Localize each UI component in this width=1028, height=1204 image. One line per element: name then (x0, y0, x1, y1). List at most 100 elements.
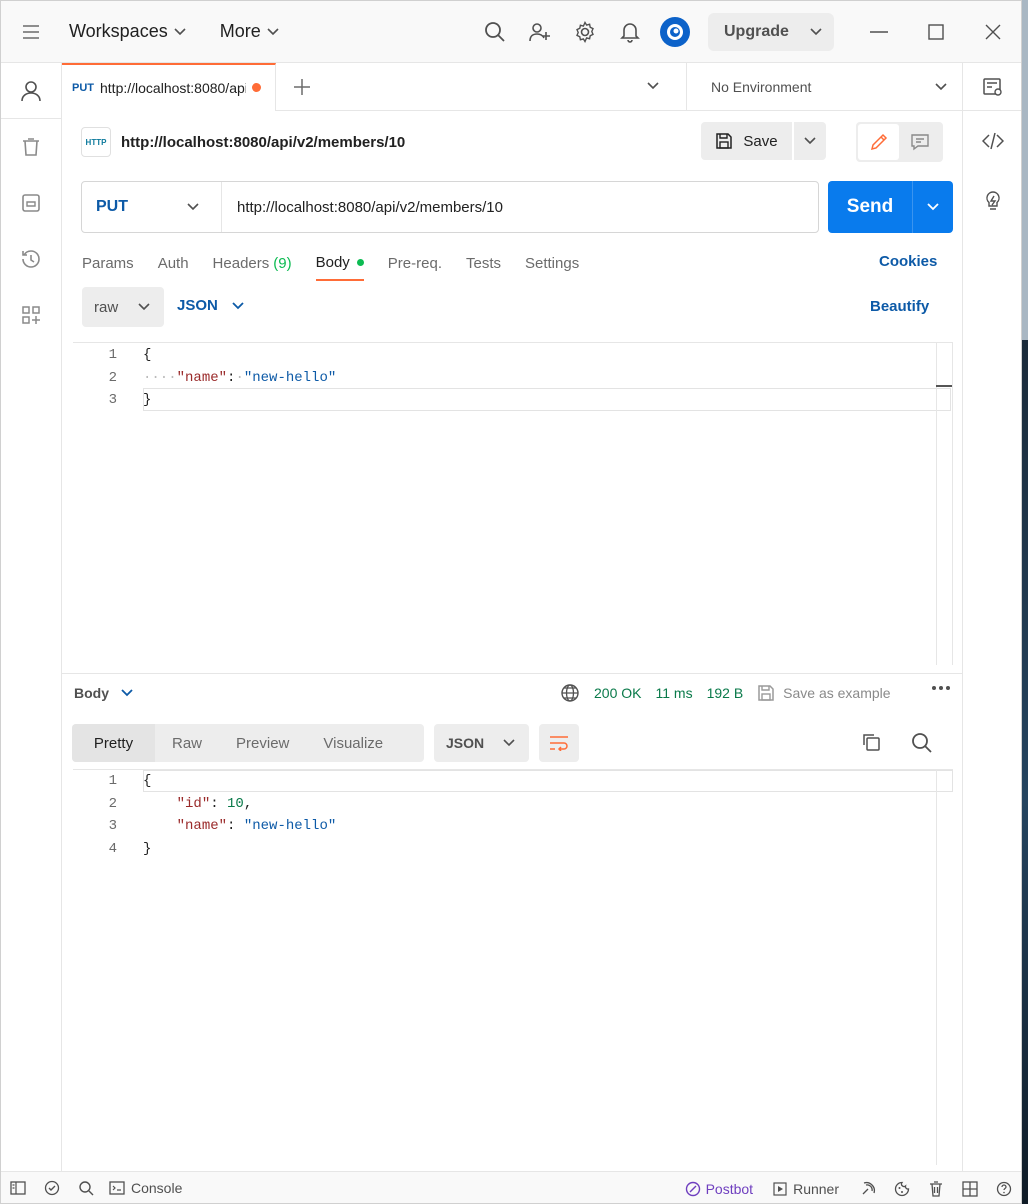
console-button[interactable]: Console (109, 1180, 182, 1196)
copy-response-button[interactable] (861, 732, 881, 752)
invite-user-button[interactable] (517, 21, 562, 43)
edit-mode-button[interactable] (858, 124, 899, 160)
upgrade-button[interactable]: Upgrade (708, 13, 834, 51)
capture-requests-button[interactable] (851, 1181, 885, 1197)
save-options-button[interactable] (794, 122, 826, 160)
tab-list-button[interactable] (646, 77, 660, 95)
beautify-button[interactable]: Beautify (870, 298, 929, 315)
environment-selector[interactable]: No Environment (686, 63, 960, 110)
editor-scrollbar[interactable] (936, 343, 952, 665)
response-view-tabs: Pretty Raw Preview Visualize (72, 724, 424, 762)
layout-icon (962, 1180, 978, 1197)
json-key: "name" (176, 818, 228, 835)
search-response-button[interactable] (911, 732, 933, 754)
response-time[interactable]: 11 ms (655, 685, 692, 701)
environment-quick-look-button[interactable] (962, 63, 1021, 110)
save-as-example-button[interactable]: Save as example (757, 684, 891, 702)
json-value: 10 (227, 795, 244, 812)
postbot-button[interactable]: Postbot (685, 1181, 753, 1197)
http-badge-label: HTTP (85, 137, 107, 147)
close-window-button[interactable] (964, 1, 1021, 63)
response-body-select[interactable]: Body (74, 685, 133, 701)
layout-button[interactable] (953, 1180, 987, 1197)
method-select[interactable]: PUT (82, 182, 222, 232)
find-replace-button[interactable] (69, 1180, 103, 1196)
tab-visualize[interactable]: Visualize (306, 724, 400, 762)
sidebar-item-history[interactable] (1, 231, 61, 287)
more-dots-icon (932, 686, 950, 690)
hamburger-menu-button[interactable] (1, 24, 61, 39)
hamburger-icon (23, 24, 39, 39)
new-tab-button[interactable] (276, 78, 328, 96)
sidebar-item-collections[interactable] (1, 119, 61, 175)
response-format-label: JSON (446, 735, 485, 751)
more-menu[interactable]: More (220, 21, 279, 42)
check-circle-icon (44, 1180, 60, 1196)
url-input[interactable] (222, 183, 818, 231)
line-number: 1 (108, 347, 117, 364)
runner-button[interactable]: Runner (773, 1181, 839, 1197)
status-bar: Console Postbot Runner (1, 1171, 1021, 1203)
code-icon (981, 132, 1004, 150)
tab-preview[interactable]: Preview (219, 724, 306, 762)
cookies-button[interactable] (885, 1181, 919, 1197)
body-format-select[interactable]: JSON (177, 297, 244, 314)
chevron-down-icon (232, 301, 244, 309)
send-button[interactable]: Send (828, 181, 913, 233)
tab-body[interactable]: Body (315, 245, 364, 281)
sidebar-item-add-apis[interactable] (1, 287, 61, 343)
code-line: 1 { (73, 344, 952, 367)
workspaces-label: Workspaces (69, 21, 168, 41)
request-name[interactable]: http://localhost:8080/api/v2/members/10 (121, 134, 405, 151)
maximize-button[interactable] (907, 1, 964, 63)
code-text: { (143, 347, 152, 364)
response-format-select[interactable]: JSON (434, 724, 529, 762)
code-line: 2 "id": 10, (73, 793, 953, 816)
tab-pretty[interactable]: Pretty (72, 724, 155, 762)
trash-button[interactable] (919, 1180, 953, 1197)
send-options-button[interactable] (913, 181, 953, 233)
comment-mode-button[interactable] (899, 124, 940, 160)
trash-icon (930, 1180, 942, 1197)
request-body-editor[interactable]: 1 { 2 ····"name":·"new-hello" 3 } (73, 342, 953, 665)
tab-raw[interactable]: Raw (155, 724, 219, 762)
chevron-down-icon (810, 28, 822, 36)
code-snippet-button[interactable] (963, 111, 1021, 171)
response-size[interactable]: 192 B (707, 685, 744, 701)
toggle-sidebar-button[interactable] (1, 1181, 35, 1195)
sidebar-item-environments[interactable] (1, 175, 61, 231)
tab-pre-request[interactable]: Pre-req. (388, 245, 442, 281)
play-icon (773, 1181, 787, 1196)
workspaces-menu[interactable]: Workspaces (69, 21, 186, 42)
minimize-button[interactable] (850, 1, 907, 63)
avatar[interactable] (660, 17, 690, 47)
response-body-viewer[interactable]: 1 { 2 "id": 10, 3 "name": "new-hello" 4 … (73, 769, 953, 1165)
search-icon (912, 733, 932, 753)
wrap-lines-button[interactable] (539, 724, 579, 762)
ai-suggestions-button[interactable] (963, 171, 1021, 231)
status-code[interactable]: 200 OK (594, 685, 641, 701)
notifications-button[interactable] (607, 21, 652, 43)
sidebar-item-user[interactable] (1, 63, 61, 119)
response-divider[interactable] (62, 673, 962, 674)
settings-button[interactable] (562, 21, 607, 43)
scrollbar-thumb[interactable] (936, 385, 952, 387)
tab-label: Settings (525, 254, 580, 272)
viewer-scrollbar[interactable] (936, 770, 937, 1165)
save-button[interactable]: Save (701, 122, 792, 160)
tab-auth[interactable]: Auth (158, 245, 189, 281)
search-button[interactable] (472, 21, 517, 43)
tab-headers[interactable]: Headers (9) (213, 245, 292, 281)
chevron-down-icon (267, 27, 279, 35)
pencil-icon (870, 133, 887, 151)
request-tab[interactable]: PUT http://localhost:8080/api/v2/members… (62, 62, 276, 111)
help-button[interactable] (987, 1181, 1021, 1197)
online-status-button[interactable] (35, 1180, 69, 1196)
body-type-select[interactable]: raw (82, 287, 164, 327)
cookies-link[interactable]: Cookies (879, 253, 937, 270)
tab-params[interactable]: Params (82, 245, 134, 281)
tab-settings[interactable]: Settings (525, 245, 579, 281)
chevron-down-icon (647, 82, 659, 90)
response-more-button[interactable] (931, 685, 951, 691)
tab-tests[interactable]: Tests (466, 245, 501, 281)
